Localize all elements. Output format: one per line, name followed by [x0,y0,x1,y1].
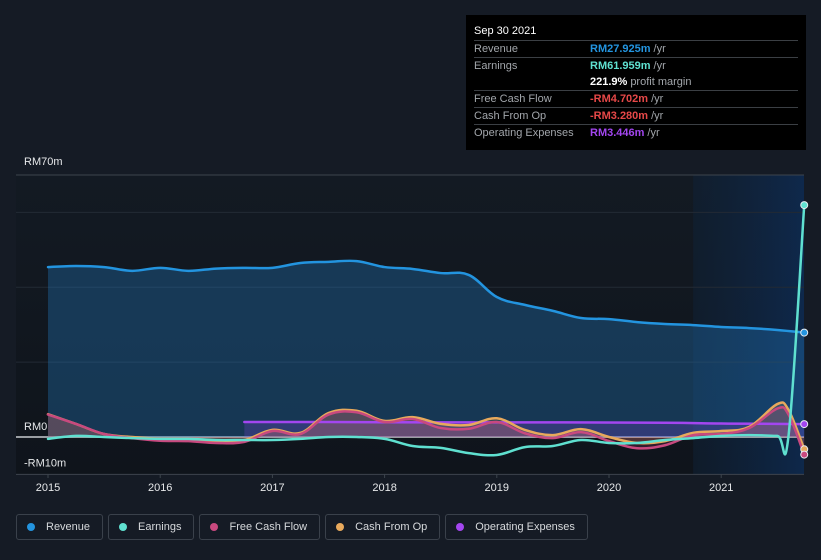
x-tick-label: 2017 [260,482,284,494]
revenue-endpoint [800,328,809,337]
x-axis-labels: 2015 2016 2017 2018 2019 2020 2021 [36,474,733,494]
legend-label: Revenue [46,521,91,533]
tooltip-row-profit-margin: 221.9% profit margin [474,74,798,90]
tooltip-row-operating-expenses: Operating Expenses RM3.446m /yr [474,124,798,141]
free-cash-flow-dot-icon [210,523,219,531]
tooltip-unit: /yr [653,43,666,55]
tooltip-date: Sep 30 2021 [474,25,537,37]
revenue-dot-icon [27,523,35,531]
tooltip-unit: /yr [651,110,664,122]
tooltip-row-cash-from-op: Cash From Op -RM3.280m /yr [474,107,798,124]
legend-item-earnings[interactable]: Earnings [108,514,195,540]
tooltip-label: Cash From Op [474,110,547,122]
x-tick-label: 2015 [36,482,60,494]
cash-from-op-dot-icon [336,523,345,531]
tooltip-value: RM61.959m [590,60,651,72]
tooltip-label [474,74,590,90]
x-tick-label: 2018 [372,482,396,494]
tooltip-unit: profit margin [630,76,692,88]
tooltip-label: Operating Expenses [474,127,574,139]
legend-item-free-cash-flow[interactable]: Free Cash Flow [199,514,321,540]
tooltip-row-free-cash-flow: Free Cash Flow -RM4.702m /yr [474,90,798,107]
tooltip-value: RM3.446m [590,127,645,139]
y-tick-label: RM70m [24,156,63,168]
legend-label: Operating Expenses [475,521,575,533]
legend-item-cash-from-op[interactable]: Cash From Op [325,514,441,540]
tooltip-label: Earnings [474,60,518,72]
legend-label: Earnings [138,521,182,533]
y-tick-label: -RM10m [24,457,66,469]
earnings-endpoint [800,201,809,210]
x-tick-label: 2016 [148,482,172,494]
tooltip-label: Free Cash Flow [474,93,552,105]
free-cash-flow-endpoint [800,450,809,459]
tooltip-unit: /yr [647,127,660,139]
earnings-dot-icon [119,523,128,531]
legend-item-revenue[interactable]: Revenue [16,514,104,540]
tooltip-value: -RM4.702m [590,93,649,105]
x-tick-label: 2019 [485,482,509,494]
tooltip-row-earnings: Earnings RM61.959m /yr [474,57,798,74]
operating-expenses-dot-icon [456,523,465,531]
x-tick-label: 2020 [597,482,621,494]
tooltip-value: -RM3.280m [590,110,649,122]
tooltip-row-revenue: Revenue RM27.925m /yr [474,40,798,57]
legend: Revenue Earnings Free Cash Flow Cash Fro… [16,514,588,540]
tooltip-label: Revenue [474,43,519,55]
tooltip-unit: /yr [651,93,664,105]
x-tick-label: 2021 [709,482,733,494]
legend-label: Free Cash Flow [229,521,308,533]
tooltip-value: 221.9% [590,76,628,88]
legend-label: Cash From Op [355,521,428,533]
legend-item-operating-expenses[interactable]: Operating Expenses [445,514,588,540]
operating-expenses-endpoint [800,420,809,429]
y-tick-label: RM0 [24,421,47,433]
tooltip-value: RM27.925m [590,43,651,55]
tooltip-unit: /yr [653,60,666,72]
tooltip: Sep 30 2021 Revenue RM27.925m /yr Earnin… [466,15,806,150]
